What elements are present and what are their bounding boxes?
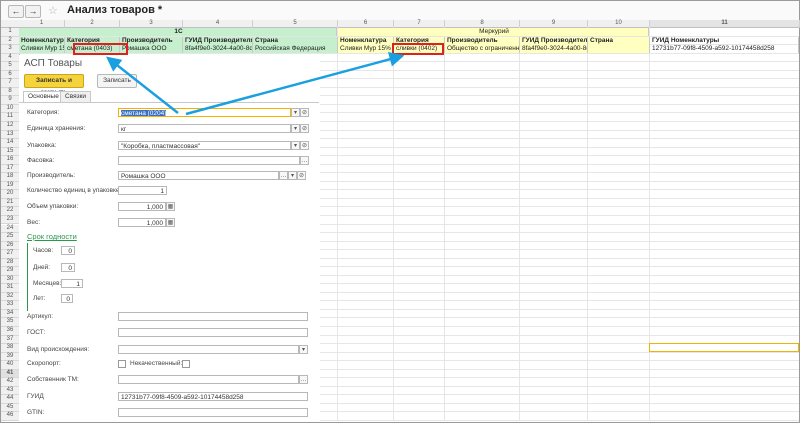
arrow-to-mercury-category [185, 51, 405, 116]
annotation-arrows [106, 51, 405, 116]
arrow-to-1c-category [106, 56, 179, 114]
